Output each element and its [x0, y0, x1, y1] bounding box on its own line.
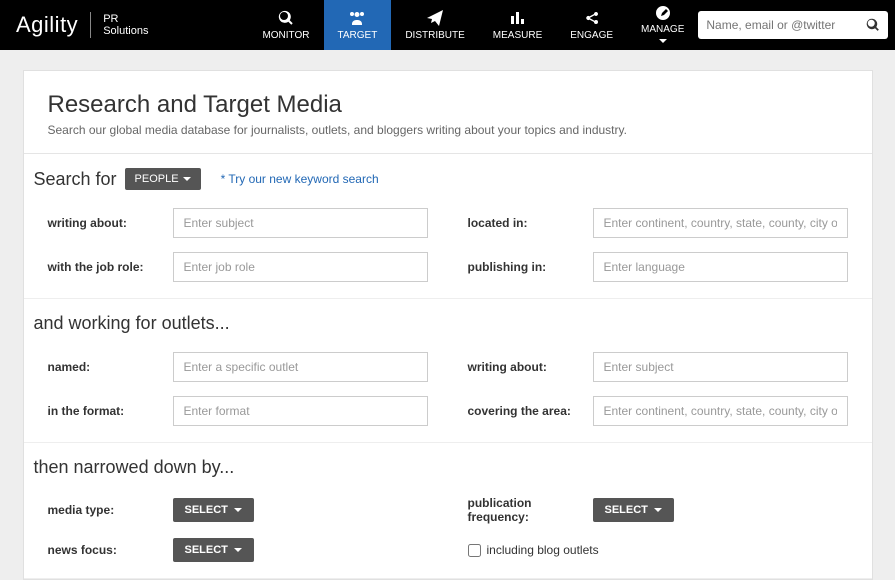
nav-monitor[interactable]: MONITOR	[248, 0, 323, 50]
outlet-writing-about-label: writing about:	[468, 360, 593, 374]
people-icon	[349, 9, 365, 27]
outlet-named-field: named:	[48, 352, 428, 382]
outlet-format-input[interactable]	[173, 396, 428, 426]
publishing-in-field: publishing in:	[468, 252, 848, 282]
outlet-covering-field: covering the area:	[468, 396, 848, 426]
select-label: SELECT	[605, 504, 648, 516]
nav-manage[interactable]: MANAGE	[627, 0, 698, 50]
located-in-field: located in:	[468, 208, 848, 238]
search-for-section: Search for PEOPLE * Try our new keyword …	[24, 154, 872, 198]
job-role-field: with the job role:	[48, 252, 428, 282]
writing-about-label: writing about:	[48, 216, 173, 230]
outlets-section-title: and working for outlets...	[24, 299, 872, 342]
brand-main: Agility	[16, 12, 78, 38]
outlet-writing-about-input[interactable]	[593, 352, 848, 382]
chevron-down-icon	[659, 39, 667, 43]
outlet-format-label: in the format:	[48, 404, 173, 418]
page-header: Research and Target Media Search our glo…	[24, 71, 872, 154]
brand-divider	[90, 12, 91, 38]
paper-plane-icon	[427, 9, 443, 27]
try-keyword-link[interactable]: * Try our new keyword search	[221, 172, 379, 186]
search-icon	[866, 18, 880, 32]
nav-manage-label: MANAGE	[641, 24, 684, 46]
people-btn-label: PEOPLE	[135, 173, 179, 185]
outlet-covering-input[interactable]	[593, 396, 848, 426]
form-row: news focus: SELECT including blog outlet…	[48, 538, 848, 562]
page-container: Research and Target Media Search our glo…	[23, 70, 873, 580]
chevron-down-icon	[183, 177, 191, 181]
bar-chart-icon	[510, 9, 526, 27]
form-row: in the format: covering the area:	[48, 396, 848, 426]
people-dropdown[interactable]: PEOPLE	[125, 168, 201, 190]
form-row: with the job role: publishing in:	[48, 252, 848, 282]
select-label: SELECT	[185, 504, 228, 516]
media-type-label: media type:	[48, 503, 173, 517]
share-icon	[584, 9, 600, 27]
news-focus-select[interactable]: SELECT	[173, 538, 254, 562]
nav-measure[interactable]: MEASURE	[479, 0, 556, 50]
select-label: SELECT	[185, 544, 228, 556]
nav-engage-label: ENGAGE	[570, 30, 613, 41]
nav-monitor-label: MONITOR	[262, 30, 309, 41]
pub-freq-label: publication frequency:	[468, 496, 593, 524]
global-search	[698, 11, 888, 39]
people-fields: writing about: located in: with the job …	[24, 198, 872, 299]
news-focus-field: news focus: SELECT	[48, 538, 428, 562]
include-blog-field: including blog outlets	[468, 538, 848, 562]
brand-logo: Agility PR Solutions	[16, 12, 148, 38]
nav-engage[interactable]: ENGAGE	[556, 0, 627, 50]
top-navbar: Agility PR Solutions MONITOR TARGET DIST…	[0, 0, 895, 50]
chevron-down-icon	[654, 508, 662, 512]
job-role-input[interactable]	[173, 252, 428, 282]
nav-distribute-label: DISTRIBUTE	[405, 30, 464, 41]
brand-sub2: Solutions	[103, 25, 148, 37]
nav-target-label: TARGET	[338, 30, 378, 41]
media-type-select[interactable]: SELECT	[173, 498, 254, 522]
include-blog-checkbox[interactable]	[468, 544, 481, 557]
search-for-label: Search for	[34, 169, 117, 190]
outlet-named-label: named:	[48, 360, 173, 374]
nav-distribute[interactable]: DISTRIBUTE	[391, 0, 478, 50]
media-type-field: media type: SELECT	[48, 496, 428, 524]
chevron-down-icon	[234, 508, 242, 512]
page-subtitle: Search our global media database for jou…	[48, 123, 848, 137]
located-in-input[interactable]	[593, 208, 848, 238]
pub-freq-select[interactable]: SELECT	[593, 498, 674, 522]
outlet-fields: named: writing about: in the format: cov…	[24, 342, 872, 443]
publishing-in-input[interactable]	[593, 252, 848, 282]
edit-icon	[655, 5, 671, 21]
chevron-down-icon	[234, 548, 242, 552]
writing-about-field: writing about:	[48, 208, 428, 238]
nav-items: MONITOR TARGET DISTRIBUTE MEASURE ENGAGE…	[248, 0, 698, 50]
global-search-input[interactable]	[698, 11, 858, 39]
include-blog-checkbox-wrap[interactable]: including blog outlets	[468, 543, 599, 557]
search-icon	[278, 9, 294, 27]
writing-about-input[interactable]	[173, 208, 428, 238]
publishing-in-label: publishing in:	[468, 260, 593, 274]
job-role-label: with the job role:	[48, 260, 173, 274]
pub-freq-field: publication frequency: SELECT	[468, 496, 848, 524]
form-row: media type: SELECT publication frequency…	[48, 496, 848, 524]
nav-measure-label: MEASURE	[493, 30, 542, 41]
outlet-writing-about-field: writing about:	[468, 352, 848, 382]
narrowed-section-title: then narrowed down by...	[24, 443, 872, 486]
outlet-covering-label: covering the area:	[468, 404, 593, 418]
brand-sub: PR Solutions	[103, 13, 148, 37]
form-row: named: writing about:	[48, 352, 848, 382]
news-focus-label: news focus:	[48, 543, 173, 557]
brand-sub1: PR	[103, 13, 118, 25]
located-in-label: located in:	[468, 216, 593, 230]
page-title: Research and Target Media	[48, 91, 848, 119]
global-search-button[interactable]	[858, 11, 888, 39]
nav-target[interactable]: TARGET	[324, 0, 392, 50]
outlet-named-input[interactable]	[173, 352, 428, 382]
form-row: writing about: located in:	[48, 208, 848, 238]
include-blog-label: including blog outlets	[487, 543, 599, 557]
narrow-fields: media type: SELECT publication frequency…	[24, 486, 872, 579]
outlet-format-field: in the format:	[48, 396, 428, 426]
